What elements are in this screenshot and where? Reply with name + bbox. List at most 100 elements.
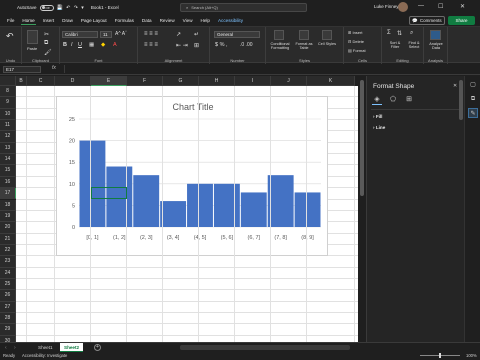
menu-accessibility[interactable]: Accessibility [217, 17, 244, 24]
find-select-icon[interactable]: ⌕ [410, 30, 413, 37]
row-header-29[interactable]: 29 [0, 324, 16, 336]
borders-icon[interactable]: ▦ [89, 42, 94, 48]
row-header-22[interactable]: 22 [0, 244, 16, 257]
select-all-corner[interactable] [0, 76, 16, 86]
menu-page-layout[interactable]: Page Layout [80, 17, 108, 24]
row-header-13[interactable]: 13 [0, 142, 16, 155]
row-header-8[interactable]: 8 [0, 86, 16, 98]
row-header-28[interactable]: 28 [0, 313, 16, 325]
fx-icon[interactable]: fx [52, 65, 56, 71]
insert-cells-button[interactable]: ⊞ Insert [348, 30, 362, 35]
currency-percent-comma-icons[interactable]: $ % , [215, 42, 228, 48]
quick-access-icons[interactable]: 💾 ↶ ↷ ▾ [57, 5, 85, 11]
row-header-14[interactable]: 14 [0, 154, 16, 166]
column-header-f[interactable]: F [127, 76, 163, 86]
italic-icon[interactable]: I [71, 42, 73, 48]
row-header-15[interactable]: 15 [0, 165, 16, 177]
autosave-toggle[interactable]: Off [39, 4, 54, 11]
sort-filter-label[interactable]: Sort & Filter [385, 41, 405, 49]
menu-home[interactable]: Home [21, 17, 36, 25]
scroll-thumb[interactable] [360, 80, 364, 196]
pane-close-icon[interactable]: ✕ [453, 83, 457, 89]
row-header-11[interactable]: 11 [0, 120, 16, 132]
selected-cell[interactable] [91, 187, 127, 200]
vertical-align-icons[interactable]: ≡ ≡ ≡ [144, 31, 158, 37]
menu-data[interactable]: Data [141, 17, 153, 24]
zoom-level[interactable]: 100% [466, 353, 477, 358]
row-header-24[interactable]: 24 [0, 267, 16, 279]
column-header-d[interactable]: D [55, 76, 91, 86]
pane-scrollbar[interactable] [459, 80, 463, 120]
name-box[interactable]: E17 [3, 66, 41, 73]
font-size-select[interactable]: 11 [100, 31, 112, 38]
share-button[interactable]: Share [448, 16, 475, 25]
menu-view[interactable]: View [182, 17, 194, 24]
vertical-scrollbar[interactable] [358, 76, 366, 342]
menu-file[interactable]: File [6, 17, 15, 24]
sort-filter-icon[interactable]: ⇅ [397, 30, 402, 37]
format-as-table-label[interactable]: Format as Table [295, 42, 313, 50]
delete-cells-button[interactable]: ⊟ Delete [348, 39, 364, 44]
analyze-data-icon[interactable] [430, 30, 441, 40]
conditional-formatting-icon[interactable] [274, 30, 284, 40]
paste-label[interactable]: Paste [27, 46, 37, 51]
indent-icon[interactable]: ⇤ ⇥ [176, 42, 188, 49]
cell-styles-label[interactable]: Cell Styles [318, 42, 336, 46]
paste-icon[interactable] [27, 30, 38, 44]
sheet-tab-sheet2[interactable]: Sheet2 [60, 343, 84, 352]
row-header-12[interactable]: 12 [0, 131, 16, 143]
row-header-16[interactable]: 16 [0, 176, 16, 189]
minimize-icon[interactable]: — [418, 3, 424, 9]
horizontal-align-icons[interactable]: ≡ ≡ ≡ [144, 42, 158, 48]
column-header-e[interactable]: E [91, 76, 127, 86]
horizontal-scrollbar[interactable] [180, 345, 350, 350]
format-painter-icon[interactable]: 🖌 [44, 49, 52, 56]
column-header-g[interactable]: G [163, 76, 199, 86]
decimal-icons[interactable]: .0 .00 [240, 42, 253, 48]
menu-help[interactable]: Help [200, 17, 211, 24]
sheet-tab-sheet1[interactable]: Sheet1 [34, 343, 57, 352]
column-header-b[interactable]: B [16, 76, 27, 86]
wrap-text-icon[interactable]: ↵ [194, 31, 199, 38]
maximize-icon[interactable]: ☐ [438, 3, 443, 10]
column-header-k[interactable]: K [307, 76, 355, 86]
menu-draw[interactable]: Draw [61, 17, 74, 24]
zoom-slider-knob[interactable] [439, 353, 441, 358]
conditional-formatting-label[interactable]: Conditional Formatting [268, 42, 292, 50]
undo-icon[interactable]: ↶ [6, 31, 14, 42]
row-header-9[interactable]: 9 [0, 97, 16, 109]
cell-styles-icon[interactable] [322, 30, 332, 40]
rail-icon-1[interactable]: ▢ [468, 80, 478, 90]
merge-center-icon[interactable]: ⊞ [194, 42, 199, 49]
column-header-i[interactable]: I [235, 76, 271, 86]
row-header-21[interactable]: 21 [0, 233, 16, 245]
font-color-icon[interactable]: A [113, 42, 117, 48]
column-header-j[interactable]: J [271, 76, 307, 86]
row-header-27[interactable]: 27 [0, 301, 16, 313]
line-section[interactable]: › Line [373, 125, 385, 130]
worksheet[interactable]: Chart Title 0 5 10 15 20 25 [0, 1] (1, 2] (2, 3] (… [0, 76, 358, 342]
add-sheet-icon[interactable]: + [94, 344, 101, 351]
close-icon[interactable]: ✕ [460, 3, 465, 10]
cut-icon[interactable]: ✂ [44, 31, 49, 38]
user-name[interactable]: Luke Finney [374, 4, 399, 9]
menu-insert[interactable]: Insert [42, 17, 56, 24]
format-as-table-icon[interactable] [299, 30, 309, 40]
prev-sheet-icon[interactable]: ‹ [5, 345, 7, 351]
accessibility-status[interactable]: Accessibility: Investigate [22, 353, 67, 358]
chart[interactable]: Chart Title 0 5 10 15 20 25 [0, 1] (1, 2] (2, 3] (… [56, 96, 328, 256]
fill-line-tab-icon[interactable]: ◈ [372, 95, 382, 105]
avatar[interactable] [398, 2, 408, 12]
row-header-25[interactable]: 25 [0, 278, 16, 291]
row-header-18[interactable]: 18 [0, 199, 16, 211]
row-header-19[interactable]: 19 [0, 210, 16, 223]
bold-icon[interactable]: B [63, 42, 67, 48]
menu-formulas[interactable]: Formulas [114, 17, 135, 24]
underline-icon[interactable]: U [78, 42, 82, 48]
analyze-data-label[interactable]: Analyze Data [426, 42, 446, 50]
next-sheet-icon[interactable]: › [14, 345, 16, 351]
cell-grid[interactable]: Chart Title 0 5 10 15 20 25 [0, 1] (1, 2] (2, 3] (… [16, 86, 358, 342]
format-pane-rail-icon[interactable]: ✎ [468, 108, 478, 118]
row-header-20[interactable]: 20 [0, 222, 16, 234]
search-box[interactable]: ⌕ Search (Alt+Q) [180, 3, 307, 12]
